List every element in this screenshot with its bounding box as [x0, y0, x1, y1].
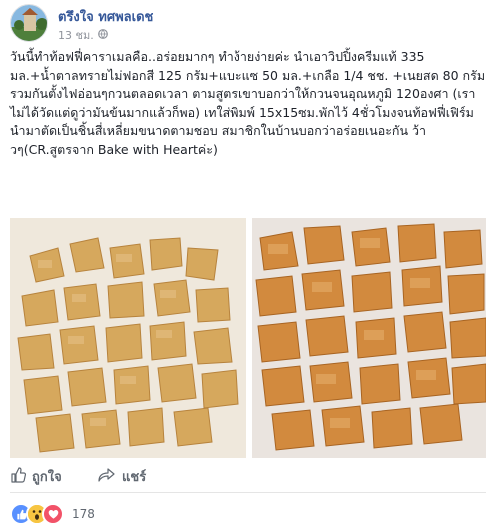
photo-gallery: [10, 218, 486, 458]
share-label: แชร์: [122, 470, 147, 485]
photo-toffee-1[interactable]: [10, 218, 246, 458]
author-name[interactable]: ตรึงใจ ทศพลเดช: [58, 6, 153, 27]
avatar[interactable]: [10, 4, 48, 42]
post-caption: วันนี้ทำท้อฟฟี่คาราเมลคือ..อร่อยมากๆ ทำง…: [10, 49, 486, 157]
photo-toffee-2[interactable]: [252, 218, 486, 458]
share-button[interactable]: แชร์: [98, 466, 146, 487]
like-label: ถูกใจ: [32, 470, 62, 485]
post-meta: 13 ชม.: [58, 26, 108, 44]
facebook-post: ตรึงใจ ทศพลเดช 13 ชม. วันนี้ทำท้อฟฟี่คาร…: [0, 0, 495, 531]
reactions-summary[interactable]: 178: [10, 502, 95, 526]
post-time[interactable]: 13 ชม.: [58, 26, 94, 44]
avatar-image: [11, 5, 47, 41]
reaction-count: 178: [72, 507, 95, 521]
toffee-image-2: [252, 218, 486, 458]
thumbs-up-icon: [10, 466, 27, 487]
globe-icon: [97, 28, 108, 42]
toffee-image-1: [10, 218, 246, 458]
like-button[interactable]: ถูกใจ: [10, 466, 62, 487]
love-icon: [42, 503, 64, 525]
post-actions: ถูกใจ แชร์: [10, 462, 486, 493]
share-icon: [98, 467, 116, 487]
